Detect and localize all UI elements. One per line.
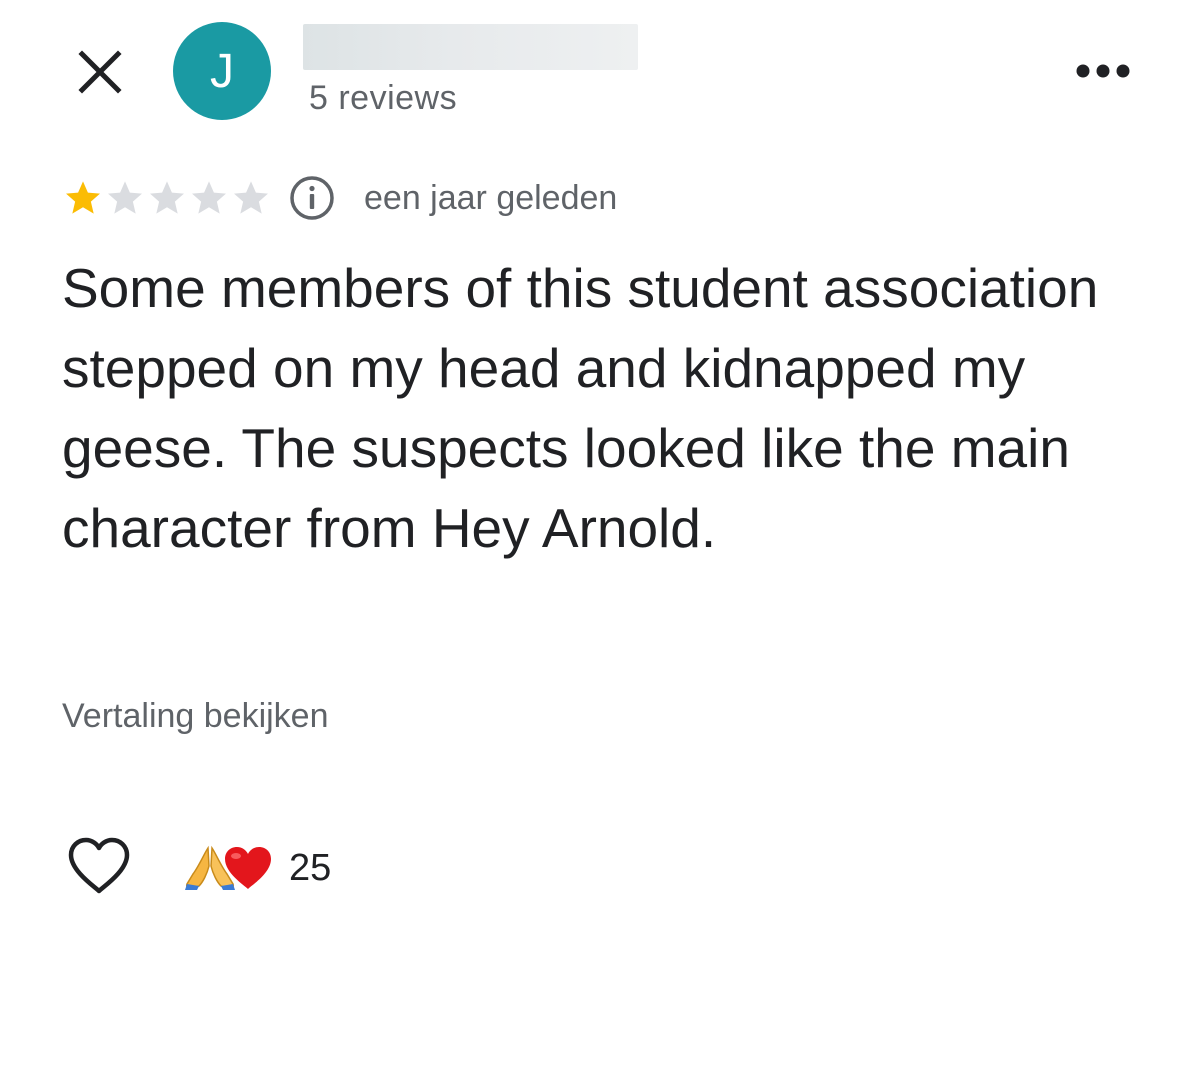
rating-row: een jaar geleden: [62, 170, 617, 226]
star-rating: [62, 177, 272, 219]
reaction-emojis: [185, 844, 273, 892]
star-empty-icon: [108, 181, 142, 214]
red-heart-emoji: [225, 847, 271, 889]
review-detail-page: J 5 reviews een jaar geleden Some member…: [0, 0, 1200, 1075]
avatar[interactable]: J: [173, 22, 271, 120]
review-count[interactable]: 5 reviews: [309, 79, 457, 118]
info-icon[interactable]: [288, 174, 336, 222]
review-text: Some members of this student association…: [62, 257, 1099, 559]
more-options-icon: [1076, 64, 1130, 78]
like-button[interactable]: [64, 834, 134, 898]
heart-outline-icon: [68, 837, 130, 894]
star-empty-icon: [192, 181, 226, 214]
translate-link[interactable]: Vertaling bekijken: [62, 697, 329, 736]
star-empty-icon: [150, 181, 184, 214]
close-icon: [78, 50, 122, 94]
reactions[interactable]: 25: [185, 840, 331, 896]
star-filled-icon: [66, 181, 100, 214]
more-options-button[interactable]: [1068, 48, 1138, 94]
avatar-letter: J: [210, 44, 234, 98]
close-button[interactable]: [70, 42, 130, 102]
reaction-count: 25: [289, 846, 332, 889]
review-time: een jaar geleden: [364, 178, 618, 217]
star-empty-icon: [234, 181, 268, 214]
reviewer-name-redacted: [303, 24, 638, 70]
